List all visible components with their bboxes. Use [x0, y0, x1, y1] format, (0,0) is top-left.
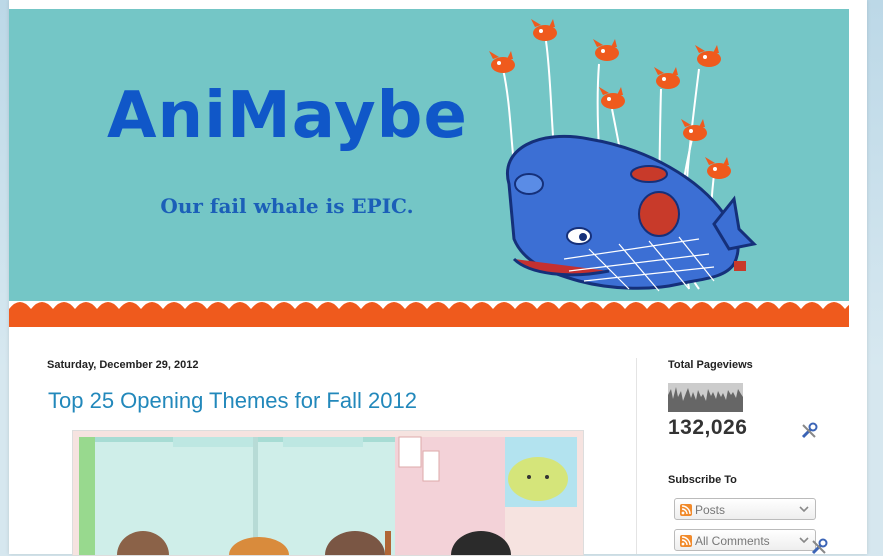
post-title-link[interactable]: Top 25 Opening Themes for Fall 2012: [48, 388, 417, 414]
chevron-down-icon: [799, 537, 809, 544]
pageviews-sparkline: [668, 383, 743, 412]
feed-icon: [680, 535, 692, 547]
subscribe-option-label: All Comments: [695, 534, 770, 548]
subscribe-posts-dropdown[interactable]: Posts: [674, 498, 816, 520]
subscribe-comments-dropdown[interactable]: All Comments: [674, 529, 816, 551]
column-divider: [636, 358, 637, 554]
post-image[interactable]: [72, 430, 584, 556]
blog-header-banner[interactable]: AniMaybe Our fail whale is EPIC.: [9, 9, 849, 327]
header-artwork: [9, 19, 849, 327]
pageviews-count: 132,026: [668, 416, 748, 439]
feed-icon: [680, 504, 692, 516]
wrench-icon[interactable]: [810, 538, 828, 556]
subscribe-option-label: Posts: [695, 503, 726, 517]
chevron-down-icon: [799, 506, 809, 513]
subscribe-widget-title: Subscribe To: [668, 474, 737, 486]
blog-title[interactable]: AniMaybe: [107, 79, 467, 153]
pageviews-widget-title: Total Pageviews: [668, 359, 753, 371]
blog-tagline: Our fail whale is EPIC.: [160, 194, 414, 218]
wrench-icon[interactable]: [800, 422, 818, 440]
post-date-header: Saturday, December 29, 2012: [47, 359, 199, 371]
anime-room-illustration: [73, 431, 583, 555]
